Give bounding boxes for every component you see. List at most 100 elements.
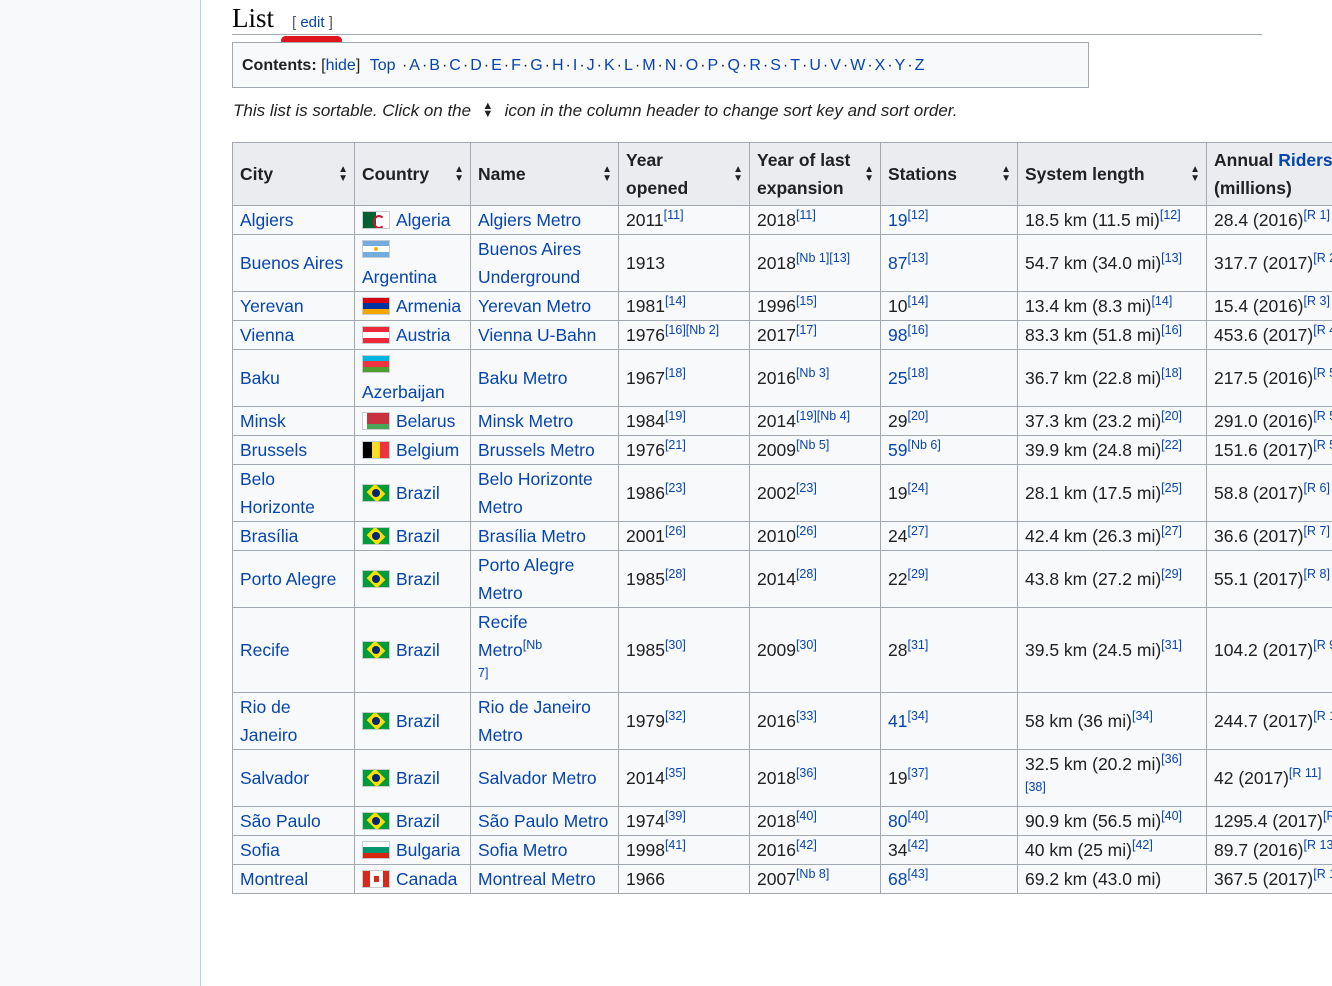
country-link[interactable]: Armenia [396, 296, 461, 316]
citation[interactable]: [Nb 1][13] [796, 251, 850, 265]
toc-letter-link[interactable]: S [770, 57, 781, 74]
citation[interactable]: [31] [1161, 638, 1182, 652]
country-link[interactable]: Algeria [396, 210, 450, 230]
toc-letter-link[interactable]: C [449, 57, 461, 74]
toc-letter-link[interactable]: Q [728, 57, 740, 74]
toc-letter-link[interactable]: A [409, 57, 420, 74]
country-link[interactable]: Brazil [396, 768, 440, 788]
citation[interactable]: [20] [1161, 409, 1182, 423]
country-link[interactable]: Azerbaijan [362, 382, 445, 402]
city-link[interactable]: Montreal [240, 869, 308, 889]
system-name-link[interactable]: Porto Alegre Metro [478, 555, 574, 603]
city-link[interactable]: São Paulo [240, 811, 321, 831]
toc-hide-link[interactable]: hide [326, 57, 356, 74]
citation[interactable]: [12] [907, 208, 928, 222]
header-ridership-link[interactable]: Riders [1278, 150, 1332, 170]
citation[interactable]: [18] [1161, 366, 1182, 380]
citation[interactable]: [R 12] [1323, 809, 1332, 823]
system-name-link[interactable]: Minsk Metro [478, 411, 573, 431]
citation[interactable]: [R 5] [1313, 366, 1332, 380]
citation[interactable]: [40] [1161, 809, 1182, 823]
toc-letter-link[interactable]: W [850, 57, 865, 74]
toc-letter-link[interactable]: E [491, 57, 502, 74]
citation[interactable]: [22] [1161, 438, 1182, 452]
citation[interactable]: [36] [796, 766, 817, 780]
citation[interactable]: [R 1] [1304, 208, 1330, 222]
citation[interactable]: [R 10] [1313, 709, 1332, 723]
system-name-link[interactable]: Vienna U-Bahn [478, 325, 596, 345]
system-name-link[interactable]: Brussels Metro [478, 440, 595, 460]
citation[interactable]: [11] [796, 208, 816, 222]
header-name[interactable]: Name ▲ ▼ [470, 142, 619, 206]
country-link[interactable]: Belgium [396, 440, 459, 460]
citation[interactable]: [35] [665, 766, 686, 780]
system-name-link[interactable]: Rio de Janeiro Metro [478, 697, 591, 745]
citation[interactable]: [13] [1161, 251, 1182, 265]
citation[interactable]: [37] [907, 766, 928, 780]
city-link[interactable]: Brussels [240, 440, 307, 460]
sort-arrows-icon[interactable]: ▲ ▼ [338, 165, 348, 184]
citation[interactable]: [33] [796, 709, 817, 723]
citation[interactable]: [11] [664, 208, 684, 222]
citation[interactable]: [20] [907, 409, 928, 423]
toc-letter-link[interactable]: R [749, 57, 761, 74]
citation[interactable]: [32] [665, 709, 686, 723]
stations-link[interactable]: 19 [888, 210, 907, 230]
citation[interactable]: [18] [907, 366, 928, 380]
citation[interactable]: [R 5] [1313, 409, 1332, 423]
city-link[interactable]: Brasília [240, 526, 298, 546]
country-link[interactable]: Brazil [396, 526, 440, 546]
citation[interactable]: [R 11] [1289, 766, 1321, 780]
city-link[interactable]: Sofia [240, 840, 280, 860]
toc-letter-link[interactable]: N [665, 57, 677, 74]
citation[interactable]: [13] [907, 251, 928, 265]
edit-link[interactable]: edit [300, 14, 324, 31]
citation[interactable]: [42] [796, 838, 817, 852]
country-link[interactable]: Canada [396, 869, 457, 889]
citation[interactable]: [29] [907, 567, 928, 581]
city-link[interactable]: Recife [240, 640, 290, 660]
citation[interactable]: [40] [796, 809, 817, 823]
city-link[interactable]: Belo Horizonte [240, 469, 315, 517]
citation[interactable]: [39] [665, 809, 686, 823]
country-link[interactable]: Bulgaria [396, 840, 460, 860]
header-stations[interactable]: Stations ▲ ▼ [880, 142, 1018, 206]
citation[interactable]: [25] [1161, 481, 1182, 495]
citation[interactable]: [23] [796, 481, 817, 495]
country-link[interactable]: Brazil [396, 569, 440, 589]
citation[interactable]: [R 6] [1304, 481, 1330, 495]
citation[interactable]: [27] [907, 524, 928, 538]
stations-link[interactable]: 87 [888, 253, 907, 273]
citation[interactable]: [Nb 8] [796, 867, 829, 881]
sort-arrows-icon[interactable]: ▲ ▼ [1001, 165, 1011, 184]
citation[interactable]: [31] [907, 638, 928, 652]
citation[interactable]: [R 7] [1304, 524, 1330, 538]
country-link[interactable]: Argentina [362, 267, 437, 287]
citation[interactable]: [R 8] [1304, 567, 1330, 581]
toc-letter-link[interactable]: H [552, 57, 564, 74]
citation[interactable]: [R 4] [1313, 323, 1332, 337]
citation[interactable]: [28] [665, 567, 686, 581]
system-name-link[interactable]: São Paulo Metro [478, 811, 608, 831]
city-link[interactable]: Porto Alegre [240, 569, 336, 589]
toc-top-link[interactable]: Top [370, 57, 396, 74]
header-city[interactable]: City ▲ ▼ [232, 142, 355, 206]
city-link[interactable]: Minsk [240, 411, 286, 431]
header-country[interactable]: Country ▲ ▼ [354, 142, 471, 206]
sort-arrows-icon[interactable]: ▲ ▼ [733, 165, 743, 184]
system-name-link[interactable]: Baku Metro [478, 368, 567, 388]
citation[interactable]: [30] [665, 638, 686, 652]
toc-letter-link[interactable]: F [511, 57, 521, 74]
citation[interactable]: [R 9] [1313, 638, 1332, 652]
toc-letter-link[interactable]: X [875, 57, 886, 74]
system-name-link[interactable]: Recife Metro [478, 612, 528, 660]
citation[interactable]: [41] [665, 838, 686, 852]
citation[interactable]: [29] [1161, 567, 1182, 581]
toc-letter-link[interactable]: V [830, 57, 841, 74]
stations-link[interactable]: 25 [888, 368, 907, 388]
header-system-length[interactable]: System length ▲ ▼ [1017, 142, 1207, 206]
toc-letter-link[interactable]: M [642, 57, 655, 74]
stations-link[interactable]: 59 [888, 440, 907, 460]
citation[interactable]: [14] [907, 294, 928, 308]
citation[interactable]: [16] [907, 323, 928, 337]
